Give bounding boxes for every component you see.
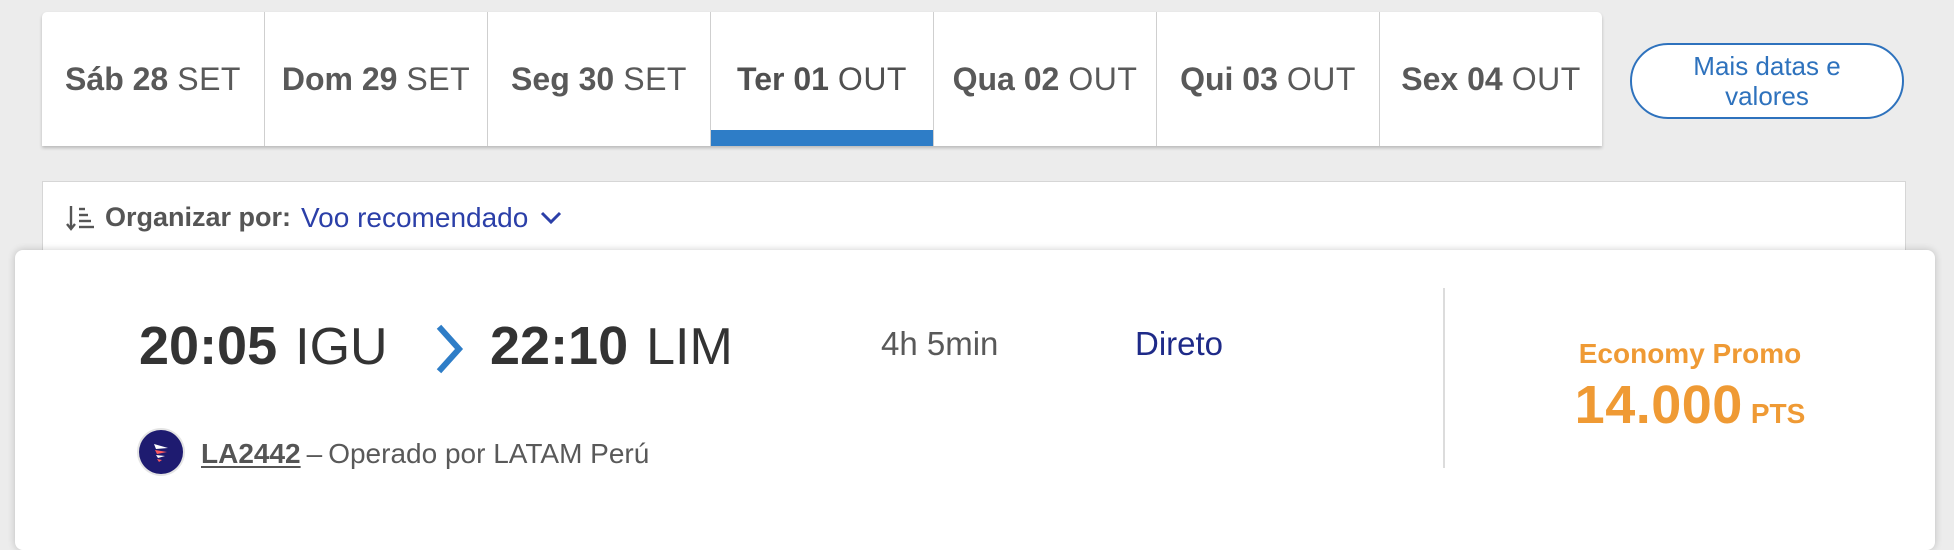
date-tab-qui-03[interactable]: Qui 03 OUT	[1156, 12, 1379, 146]
date-tab-dom-29[interactable]: Dom 29 SET	[264, 12, 487, 146]
sort-icon	[65, 203, 97, 233]
arrival-time: 22:10	[490, 316, 629, 376]
date-tab-qua-02[interactable]: Qua 02 OUT	[933, 12, 1156, 146]
date-tab-ter-01-selected[interactable]: Ter 01 OUT	[710, 12, 933, 146]
departure-group: 20:05 IGU	[139, 315, 388, 377]
date-tab-month: OUT	[1511, 60, 1581, 97]
date-tab-day: Ter 01	[737, 60, 829, 97]
operator-separator: –	[306, 438, 323, 469]
date-tab-seg-30[interactable]: Seg 30 SET	[487, 12, 710, 146]
card-divider	[1443, 288, 1445, 468]
date-tab-month: OUT	[1286, 60, 1356, 97]
fare-price: 14.000 PTS	[1455, 374, 1925, 436]
chevron-down-icon	[540, 211, 562, 225]
operator-text: Operado por LATAM Perú	[328, 438, 650, 469]
sort-label: Organizar por:	[105, 202, 292, 232]
arrival-group: 22:10 LIM	[490, 315, 733, 377]
date-tab-day: Qua 02	[952, 60, 1060, 97]
date-tab-month: OUT	[1068, 60, 1138, 97]
flight-number-link[interactable]: LA2442	[201, 438, 301, 469]
flight-duration: 4h 5min	[881, 325, 999, 362]
airline-logo-icon	[139, 430, 183, 474]
flight-info: LA2442– Operado por LATAM Perú	[201, 438, 649, 470]
chevron-right-icon	[433, 323, 469, 375]
sort-selected-value: Voo recomendado	[301, 201, 529, 233]
date-tab-day: Sex 04	[1401, 60, 1503, 97]
fare-class: Economy Promo	[1578, 338, 1802, 369]
fare-points: 14.000	[1574, 375, 1743, 435]
date-tab-month: OUT	[837, 60, 907, 97]
date-tab-month: SET	[406, 60, 471, 97]
date-tab-sex-04[interactable]: Sex 04 OUT	[1379, 12, 1602, 146]
date-tab-month: SET	[177, 60, 241, 97]
date-tabs: Sáb 28 SET Dom 29 SET Seg 30 SET Ter 01 …	[42, 12, 1602, 146]
flight-stops[interactable]: Direto	[1135, 325, 1223, 363]
fare-unit: PTS	[1750, 398, 1806, 429]
date-tab-month: SET	[623, 60, 687, 97]
flight-card[interactable]: 20:05 IGU 22:10 LIM 4h 5min Direto Econo…	[15, 250, 1935, 550]
sort-bar: Organizar por: Voo recomendado	[42, 181, 1906, 253]
departure-airport: IGU	[295, 318, 388, 376]
date-tab-day: Seg 30	[511, 60, 615, 97]
sort-dropdown[interactable]: Voo recomendado	[301, 202, 562, 234]
fare-block[interactable]: Economy Promo 14.000 PTS	[1455, 338, 1925, 436]
arrival-airport: LIM	[646, 318, 733, 376]
departure-time: 20:05	[139, 316, 278, 376]
date-tab-day: Sáb 28	[65, 60, 169, 97]
date-tab-sab-28[interactable]: Sáb 28 SET	[42, 12, 264, 146]
more-dates-button[interactable]: Mais datas e valores	[1630, 43, 1904, 119]
date-tab-day: Qui 03	[1180, 60, 1278, 97]
date-tab-day: Dom 29	[281, 60, 398, 97]
